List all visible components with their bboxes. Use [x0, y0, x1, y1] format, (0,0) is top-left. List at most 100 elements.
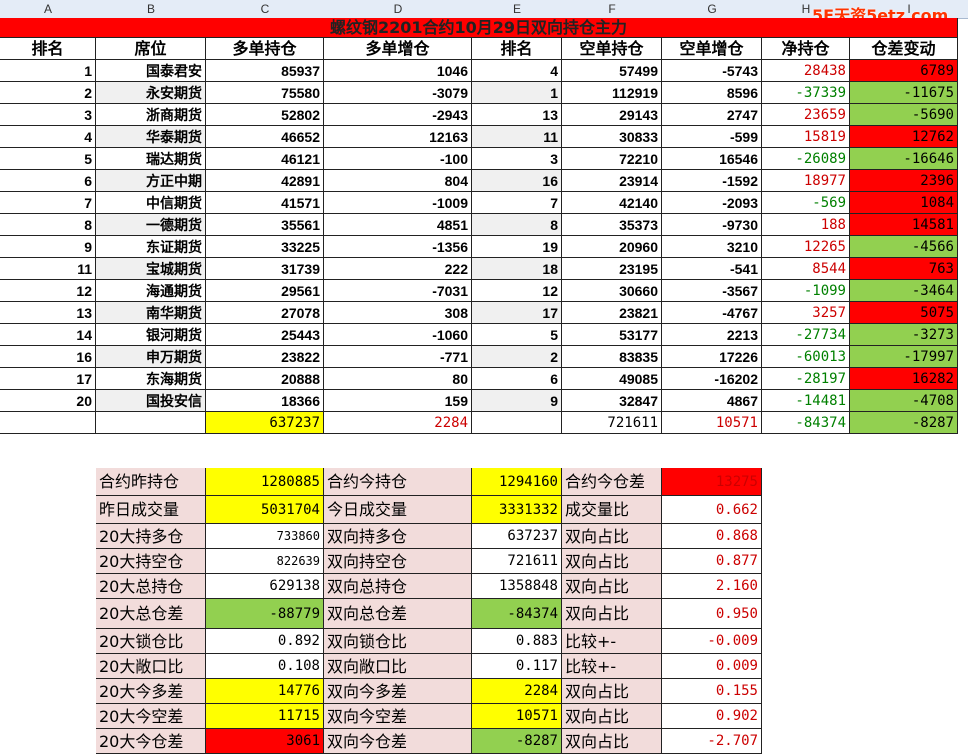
- table-cell[interactable]: 57499: [562, 60, 662, 82]
- table-cell[interactable]: 17226: [662, 346, 762, 368]
- table-cell[interactable]: -4708: [850, 390, 958, 412]
- table-cell[interactable]: 3257: [762, 302, 850, 324]
- summary-value[interactable]: 14776: [206, 679, 324, 704]
- table-cell[interactable]: 6: [472, 368, 562, 390]
- totals-cell[interactable]: [96, 412, 206, 434]
- table-cell[interactable]: 53177: [562, 324, 662, 346]
- summary-value[interactable]: 10571: [472, 704, 562, 729]
- table-cell[interactable]: -9730: [662, 214, 762, 236]
- summary-label[interactable]: 20大今仓差: [96, 729, 206, 754]
- header-cell[interactable]: 多单增仓: [324, 38, 472, 60]
- table-cell[interactable]: 23659: [762, 104, 850, 126]
- table-cell[interactable]: 75580: [206, 82, 324, 104]
- table-cell[interactable]: -1009: [324, 192, 472, 214]
- summary-label[interactable]: 双向今空差: [324, 704, 472, 729]
- summary-label[interactable]: 20大总持仓: [96, 574, 206, 599]
- table-cell[interactable]: 3: [0, 104, 96, 126]
- table-cell[interactable]: -27734: [762, 324, 850, 346]
- table-cell[interactable]: -771: [324, 346, 472, 368]
- totals-cell[interactable]: 2284: [324, 412, 472, 434]
- summary-value[interactable]: 3061: [206, 729, 324, 754]
- table-cell[interactable]: 华泰期货: [96, 126, 206, 148]
- table-cell[interactable]: 13: [472, 104, 562, 126]
- summary-value[interactable]: 3331332: [472, 496, 562, 524]
- table-cell[interactable]: 中信期货: [96, 192, 206, 214]
- table-cell[interactable]: 159: [324, 390, 472, 412]
- summary-label[interactable]: 20大持空仓: [96, 549, 206, 574]
- table-cell[interactable]: 85937: [206, 60, 324, 82]
- header-cell[interactable]: 排名: [472, 38, 562, 60]
- table-cell[interactable]: -11675: [850, 82, 958, 104]
- table-cell[interactable]: -599: [662, 126, 762, 148]
- table-cell[interactable]: 42140: [562, 192, 662, 214]
- table-cell[interactable]: -37339: [762, 82, 850, 104]
- summary-value[interactable]: 13275: [662, 468, 762, 496]
- table-cell[interactable]: 27078: [206, 302, 324, 324]
- summary-value[interactable]: 0.108: [206, 654, 324, 679]
- table-cell[interactable]: 23914: [562, 170, 662, 192]
- table-cell[interactable]: -3464: [850, 280, 958, 302]
- table-cell[interactable]: 42891: [206, 170, 324, 192]
- table-cell[interactable]: 80: [324, 368, 472, 390]
- table-cell[interactable]: 16: [472, 170, 562, 192]
- table-cell[interactable]: 23195: [562, 258, 662, 280]
- summary-value[interactable]: 0.950: [662, 599, 762, 629]
- summary-value[interactable]: 0.009: [662, 654, 762, 679]
- summary-label[interactable]: 合约昨持仓: [96, 468, 206, 496]
- summary-label[interactable]: 20大敞口比: [96, 654, 206, 679]
- table-cell[interactable]: 1084: [850, 192, 958, 214]
- summary-label[interactable]: 双向持多仓: [324, 524, 472, 549]
- table-cell[interactable]: -5690: [850, 104, 958, 126]
- summary-label[interactable]: 双向总持仓: [324, 574, 472, 599]
- table-cell[interactable]: 2213: [662, 324, 762, 346]
- table-cell[interactable]: 1: [472, 82, 562, 104]
- table-cell[interactable]: 46652: [206, 126, 324, 148]
- table-cell[interactable]: 30660: [562, 280, 662, 302]
- table-cell[interactable]: 4851: [324, 214, 472, 236]
- table-cell[interactable]: 8596: [662, 82, 762, 104]
- table-cell[interactable]: 永安期货: [96, 82, 206, 104]
- table-cell[interactable]: -1356: [324, 236, 472, 258]
- table-cell[interactable]: 海通期货: [96, 280, 206, 302]
- table-cell[interactable]: 72210: [562, 148, 662, 170]
- table-cell[interactable]: 49085: [562, 368, 662, 390]
- sheet-title[interactable]: 螺纹钢2201合约10月29日双向持仓主力: [0, 18, 958, 38]
- summary-label[interactable]: 双向占比: [562, 599, 662, 629]
- summary-label[interactable]: 双向持空仓: [324, 549, 472, 574]
- table-cell[interactable]: 763: [850, 258, 958, 280]
- table-cell[interactable]: 20888: [206, 368, 324, 390]
- summary-label[interactable]: 成交量比: [562, 496, 662, 524]
- table-cell[interactable]: -16646: [850, 148, 958, 170]
- table-cell[interactable]: 宝城期货: [96, 258, 206, 280]
- summary-label[interactable]: 双向占比: [562, 704, 662, 729]
- summary-value[interactable]: 2284: [472, 679, 562, 704]
- table-cell[interactable]: 东海期货: [96, 368, 206, 390]
- summary-value[interactable]: 733860: [206, 524, 324, 549]
- table-cell[interactable]: 8: [472, 214, 562, 236]
- summary-label[interactable]: 双向占比: [562, 729, 662, 754]
- table-cell[interactable]: -60013: [762, 346, 850, 368]
- table-cell[interactable]: 35373: [562, 214, 662, 236]
- table-cell[interactable]: -3567: [662, 280, 762, 302]
- summary-value[interactable]: 2.160: [662, 574, 762, 599]
- summary-value[interactable]: 822639: [206, 549, 324, 574]
- summary-value[interactable]: 629138: [206, 574, 324, 599]
- summary-value[interactable]: -84374: [472, 599, 562, 629]
- header-cell[interactable]: 排名: [0, 38, 96, 60]
- table-cell[interactable]: 11: [472, 126, 562, 148]
- table-cell[interactable]: 13: [0, 302, 96, 324]
- table-cell[interactable]: 17: [0, 368, 96, 390]
- table-cell[interactable]: 4867: [662, 390, 762, 412]
- totals-cell[interactable]: 637237: [206, 412, 324, 434]
- table-cell[interactable]: 国泰君安: [96, 60, 206, 82]
- column-letter[interactable]: G: [662, 0, 762, 18]
- summary-label[interactable]: 20大今多差: [96, 679, 206, 704]
- table-cell[interactable]: 3210: [662, 236, 762, 258]
- totals-cell[interactable]: 10571: [662, 412, 762, 434]
- table-cell[interactable]: 4: [472, 60, 562, 82]
- column-letter[interactable]: D: [324, 0, 472, 18]
- table-cell[interactable]: 23821: [562, 302, 662, 324]
- table-cell[interactable]: 29143: [562, 104, 662, 126]
- table-cell[interactable]: -1592: [662, 170, 762, 192]
- table-cell[interactable]: -3079: [324, 82, 472, 104]
